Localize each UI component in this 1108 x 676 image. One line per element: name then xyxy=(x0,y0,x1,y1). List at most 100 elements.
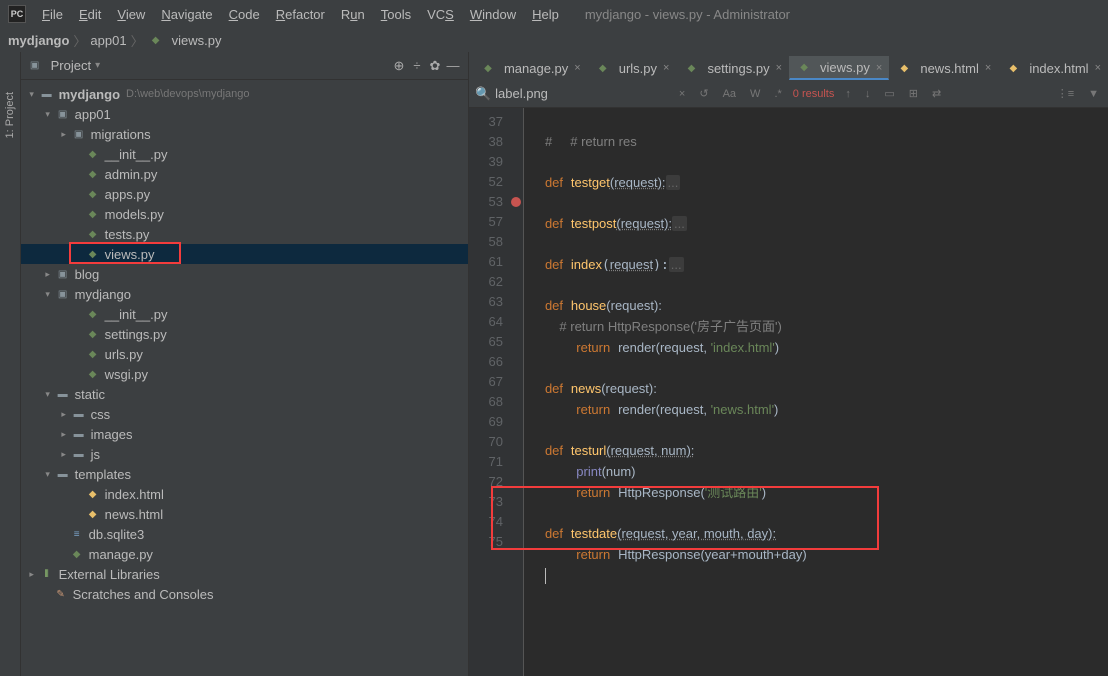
collapse-icon[interactable]: ÷ xyxy=(408,58,426,73)
search-input[interactable]: label.png xyxy=(495,86,548,101)
menu-help[interactable]: Help xyxy=(526,5,565,24)
menu-view[interactable]: View xyxy=(111,5,151,24)
menu-navigate[interactable]: Navigate xyxy=(155,5,218,24)
menu-tools[interactable]: Tools xyxy=(375,5,417,24)
history-icon[interactable]: ↺ xyxy=(696,87,711,100)
tree-mydjango-pkg[interactable]: mydjango xyxy=(75,287,131,302)
next-icon[interactable]: ↓ xyxy=(862,88,874,100)
locate-icon[interactable]: ⊕ xyxy=(390,58,408,74)
tree-templates[interactable]: templates xyxy=(75,467,131,482)
chevron-right-icon[interactable]: ▸ xyxy=(57,409,71,420)
breadcrumb-file[interactable]: views.py xyxy=(172,33,222,48)
tree-file[interactable]: index.html xyxy=(105,487,164,502)
project-sidebar: ▣ Project ▾ ⊕ ÷ ✿ — ▾▬mydjangoD:\web\dev… xyxy=(21,52,469,676)
package-icon: ▣ xyxy=(55,106,71,122)
match-case-icon[interactable]: Aa xyxy=(720,88,739,100)
menu-file[interactable]: File xyxy=(36,5,69,24)
tree-dir[interactable]: js xyxy=(91,447,100,462)
tree-file-views[interactable]: views.py xyxy=(105,247,155,262)
project-tool-button[interactable]: 1: Project xyxy=(4,92,16,138)
tree-file[interactable]: tests.py xyxy=(105,227,150,242)
tree-file[interactable]: news.html xyxy=(105,507,164,522)
chevron-down-icon[interactable]: ▾ xyxy=(41,109,55,120)
tree-migrations[interactable]: migrations xyxy=(91,127,151,142)
filter-icon[interactable]: ▼ xyxy=(1085,88,1102,100)
code-content[interactable]: # # return res def testget(request):... … xyxy=(537,108,1108,676)
menu-refactor[interactable]: Refactor xyxy=(270,5,331,24)
python-file-icon: ◆ xyxy=(69,546,85,562)
menu-run[interactable]: Run xyxy=(335,5,371,24)
tree-file[interactable]: apps.py xyxy=(105,187,151,202)
tree-file[interactable]: db.sqlite3 xyxy=(89,527,145,542)
tree-file[interactable]: models.py xyxy=(105,207,164,222)
menu-vcs[interactable]: VCS xyxy=(421,5,460,24)
menu-window[interactable]: Window xyxy=(464,5,522,24)
hide-icon[interactable]: — xyxy=(444,58,462,73)
tree-file[interactable]: settings.py xyxy=(105,327,167,342)
prev-icon[interactable]: ↑ xyxy=(842,88,854,100)
chevron-down-icon[interactable]: ▾ xyxy=(25,89,39,100)
project-tree[interactable]: ▾▬mydjangoD:\web\devops\mydjango ▾▣app01… xyxy=(21,80,468,676)
chevron-down-icon[interactable]: ▾ xyxy=(41,289,55,300)
tree-root[interactable]: mydjango xyxy=(59,87,120,102)
titlebar: PC File Edit View Navigate Code Refactor… xyxy=(0,0,1108,28)
chevron-right-icon[interactable]: ▸ xyxy=(25,569,39,580)
tab-urls[interactable]: ◆urls.py× xyxy=(588,56,677,80)
breakpoint-icon[interactable] xyxy=(511,197,521,207)
tab-manage[interactable]: ◆manage.py× xyxy=(473,56,588,80)
chevron-right-icon[interactable]: ▸ xyxy=(41,269,55,280)
python-file-icon: ◆ xyxy=(85,366,101,382)
sidebar-title[interactable]: Project xyxy=(51,58,91,73)
tab-news[interactable]: ◆news.html× xyxy=(889,56,998,80)
tree-app01[interactable]: app01 xyxy=(75,107,111,122)
chevron-right-icon[interactable]: ▸ xyxy=(57,449,71,460)
tree-scratches[interactable]: Scratches and Consoles xyxy=(73,587,214,602)
toggle-icon[interactable]: ⇄ xyxy=(929,87,944,100)
close-icon[interactable]: × xyxy=(676,88,688,100)
chevron-right-icon[interactable]: ▸ xyxy=(57,429,71,440)
tab-index[interactable]: ◆index.html× xyxy=(998,56,1108,80)
tree-file[interactable]: __init__.py xyxy=(105,147,168,162)
package-icon: ▣ xyxy=(55,266,71,282)
close-icon[interactable]: × xyxy=(776,62,782,74)
tree-file[interactable]: wsgi.py xyxy=(105,367,148,382)
tree-file[interactable]: urls.py xyxy=(105,347,143,362)
close-icon[interactable]: × xyxy=(1095,62,1101,74)
tree-file[interactable]: manage.py xyxy=(89,547,153,562)
close-icon[interactable]: × xyxy=(574,62,580,74)
select-all-icon[interactable]: ▭ xyxy=(881,87,897,100)
tree-blog[interactable]: blog xyxy=(75,267,100,282)
chevron-right-icon[interactable]: ▸ xyxy=(57,129,71,140)
whole-word-icon[interactable]: W xyxy=(747,88,763,100)
menu-edit[interactable]: Edit xyxy=(73,5,107,24)
tree-dir[interactable]: images xyxy=(91,427,133,442)
tree-dir[interactable]: css xyxy=(91,407,111,422)
python-file-icon: ◆ xyxy=(85,166,101,182)
breakpoint-gutter[interactable] xyxy=(509,108,523,676)
close-icon[interactable]: × xyxy=(876,62,882,74)
scratches-icon: ✎ xyxy=(53,586,69,602)
tab-views[interactable]: ◆views.py× xyxy=(789,56,889,80)
chevron-down-icon[interactable]: ▾ xyxy=(95,60,100,71)
code-editor[interactable]: 3738395253575861626364656667686970717273… xyxy=(469,108,1108,676)
gear-icon[interactable]: ✿ xyxy=(426,58,444,74)
breadcrumb-folder[interactable]: app01 xyxy=(90,33,126,48)
python-file-icon: ◆ xyxy=(683,60,699,76)
chevron-down-icon[interactable]: ▾ xyxy=(41,389,55,400)
tab-settings[interactable]: ◆settings.py× xyxy=(676,56,789,80)
regex-icon[interactable]: .* xyxy=(771,88,784,100)
line-gutter: 3738395253575861626364656667686970717273… xyxy=(469,108,509,676)
breadcrumb-root[interactable]: mydjango xyxy=(8,33,69,48)
chevron-down-icon[interactable]: ▾ xyxy=(41,469,55,480)
tree-ext-lib[interactable]: External Libraries xyxy=(59,567,160,582)
tree-file[interactable]: __init__.py xyxy=(105,307,168,322)
tree-static[interactable]: static xyxy=(75,387,105,402)
tree-file[interactable]: admin.py xyxy=(105,167,158,182)
close-icon[interactable]: × xyxy=(985,62,991,74)
menu-code[interactable]: Code xyxy=(223,5,266,24)
settings-icon[interactable]: ⋮≡ xyxy=(1054,87,1077,100)
code-line: # # return res xyxy=(545,134,637,149)
close-icon[interactable]: × xyxy=(663,62,669,74)
fold-gutter[interactable] xyxy=(523,108,537,676)
add-selection-icon[interactable]: ⊞ xyxy=(906,87,921,100)
